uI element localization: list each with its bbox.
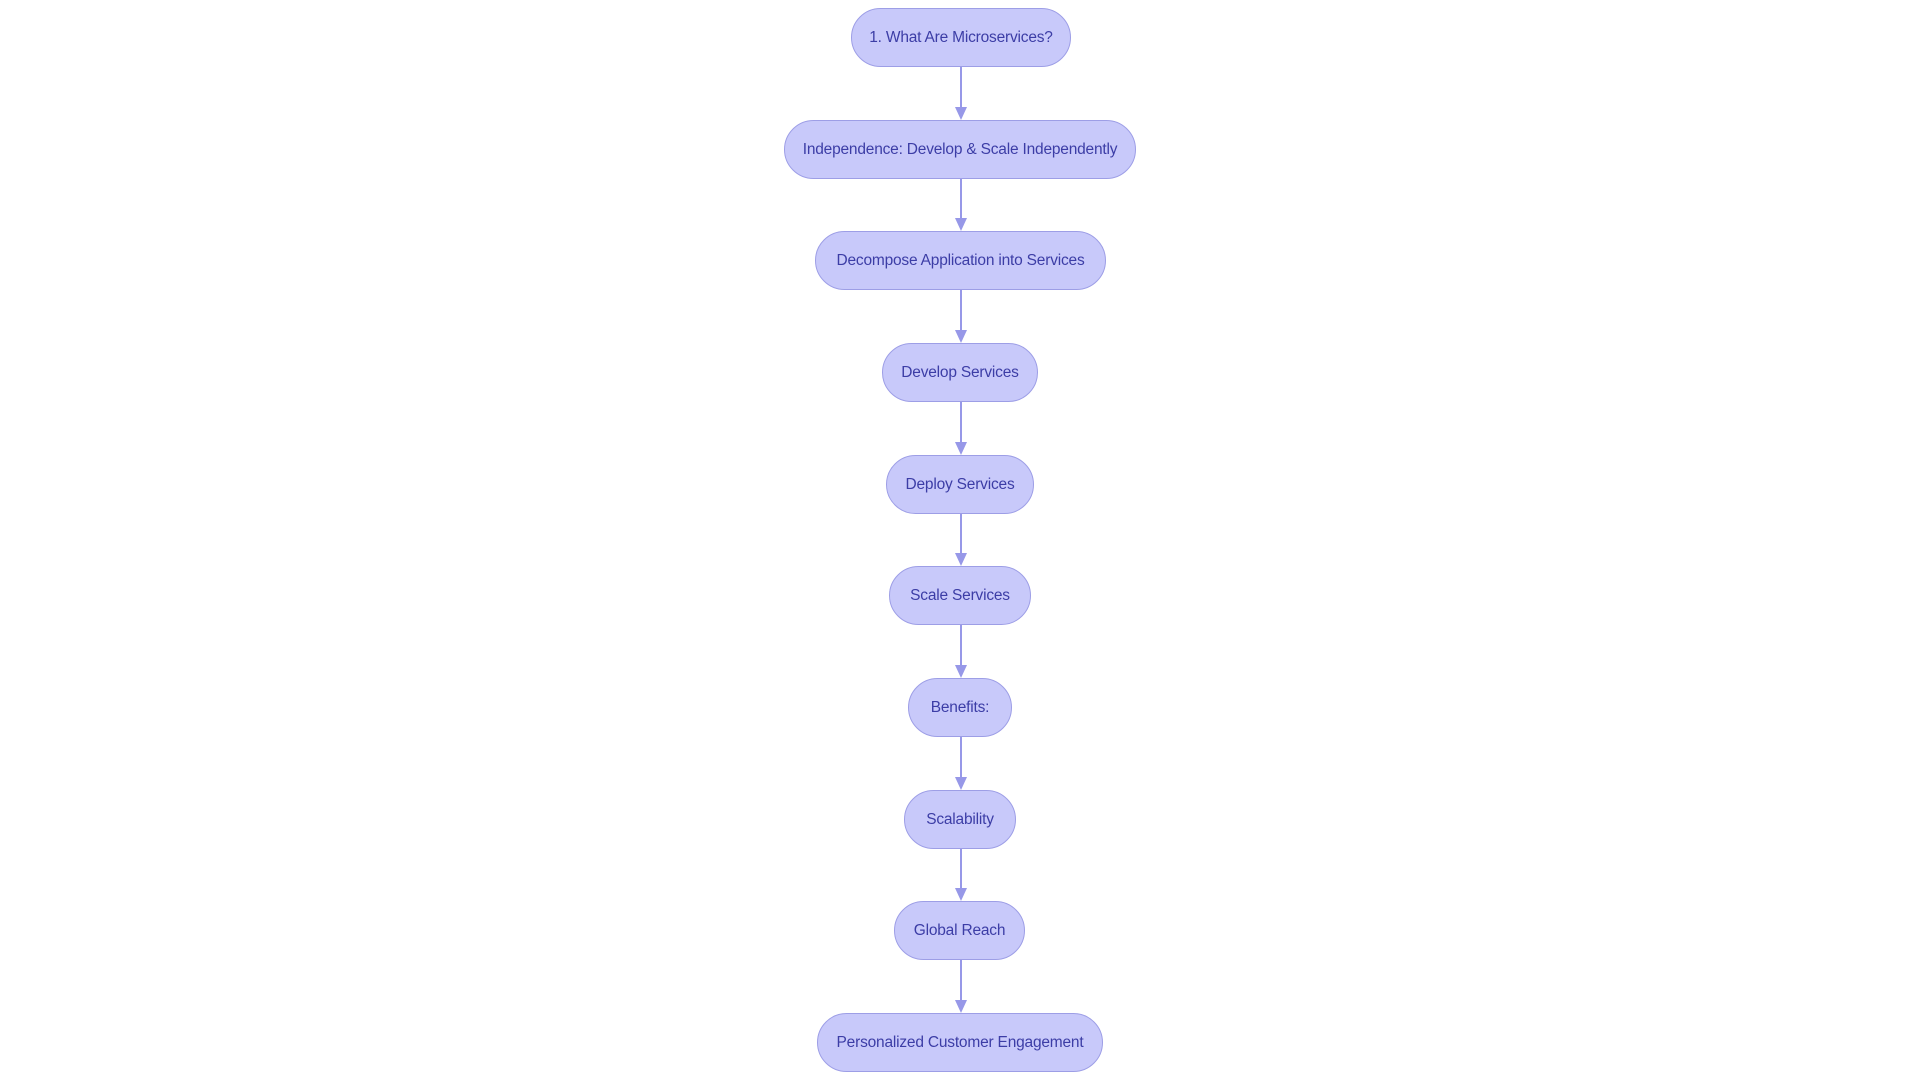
arrowhead-icon: [955, 888, 967, 901]
arrowhead-icon: [955, 330, 967, 343]
node-label: Global Reach: [913, 921, 1006, 939]
arrowhead-icon: [955, 107, 967, 120]
arrowhead-icon: [955, 218, 967, 231]
node-develop-services[interactable]: Develop Services: [882, 343, 1038, 402]
node-scalability[interactable]: Scalability: [904, 790, 1016, 849]
node-label: Independence: Develop & Scale Independen…: [802, 140, 1118, 158]
arrowhead-icon: [955, 1000, 967, 1013]
edge-line-n2-n3: [960, 290, 962, 331]
node-benefits[interactable]: Benefits:: [908, 678, 1012, 737]
node-label: 1. What Are Microservices?: [869, 28, 1053, 46]
node-label: Develop Services: [901, 363, 1019, 381]
flowchart-diagram: 1. What Are Microservices? Independence:…: [0, 0, 1920, 1080]
arrowhead-icon: [955, 665, 967, 678]
edge-line-n8-n9: [960, 960, 962, 1001]
edge-line-n4-n5: [960, 514, 962, 554]
arrowhead-icon: [955, 553, 967, 566]
node-label: Personalized Customer Engagement: [836, 1033, 1084, 1051]
node-label: Scalability: [926, 810, 994, 828]
node-label: Scale Services: [910, 586, 1010, 604]
node-what-are-microservices[interactable]: 1. What Are Microservices?: [851, 8, 1071, 67]
node-label: Decompose Application into Services: [836, 251, 1085, 269]
arrowhead-icon: [955, 442, 967, 455]
edge-line-n5-n6: [960, 625, 962, 666]
edge-line-n6-n7: [960, 737, 962, 778]
edge-line-n1-n2: [960, 179, 962, 219]
edge-line-n7-n8: [960, 849, 962, 889]
edge-line-n0-n1: [960, 67, 962, 108]
node-independence[interactable]: Independence: Develop & Scale Independen…: [784, 120, 1136, 179]
node-decompose-application[interactable]: Decompose Application into Services: [815, 231, 1106, 290]
node-deploy-services[interactable]: Deploy Services: [886, 455, 1034, 514]
edge-line-n3-n4: [960, 402, 962, 443]
node-label: Benefits:: [930, 698, 990, 716]
arrowhead-icon: [955, 777, 967, 790]
node-personalized-customer-engagement[interactable]: Personalized Customer Engagement: [817, 1013, 1103, 1072]
node-scale-services[interactable]: Scale Services: [889, 566, 1031, 625]
node-label: Deploy Services: [905, 475, 1015, 493]
node-global-reach[interactable]: Global Reach: [894, 901, 1025, 960]
